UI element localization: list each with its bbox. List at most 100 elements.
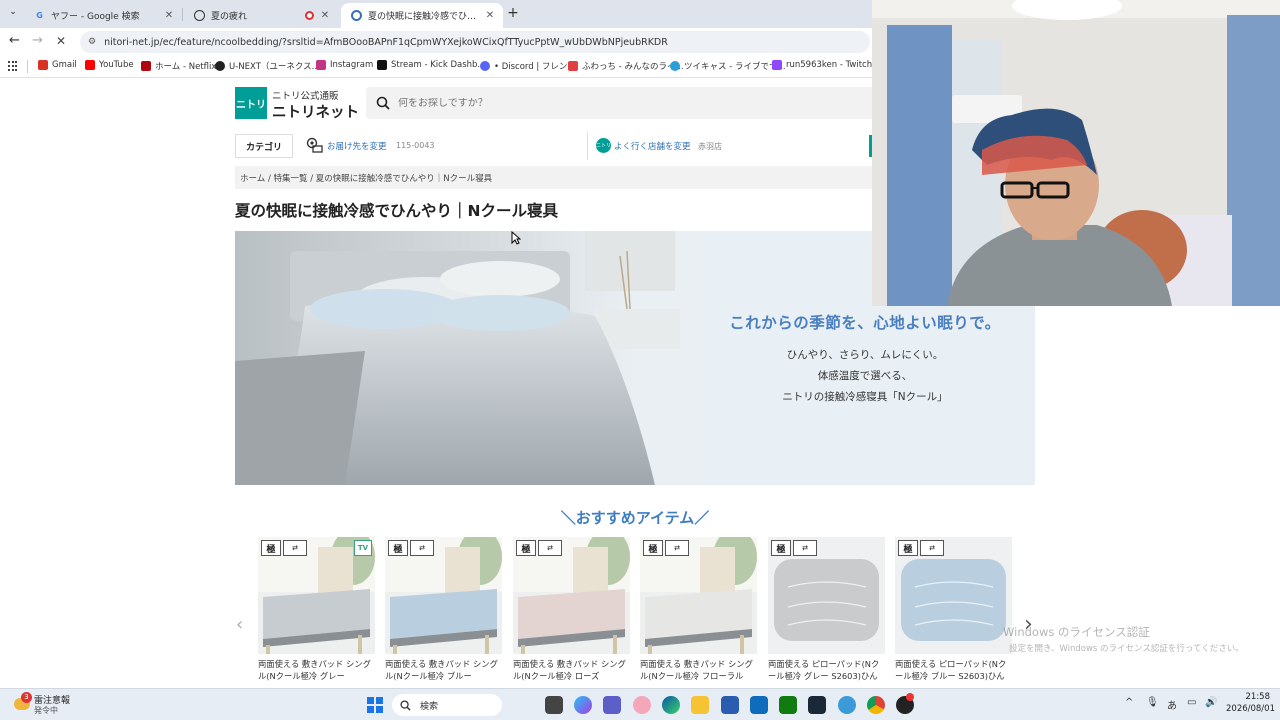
watermark-subtitle: 設定を開き、Windows のライセンス認証を行ってください。 bbox=[1009, 644, 1244, 654]
product-thumbnail[interactable]: 極 ⇄ bbox=[385, 537, 502, 654]
product-thumbnail[interactable]: 極 ⇄ bbox=[895, 537, 1012, 654]
tab-nitori-active[interactable]: 夏の快眠に接触冷感でひんやり｜N ✕ bbox=[341, 3, 503, 28]
mouse-cursor-icon bbox=[511, 231, 521, 245]
apps-grid-icon[interactable] bbox=[8, 61, 18, 71]
product-card[interactable]: 極⇄ 両面使える 敷きパッド シングル(Nクール極冷 ローズ S2603)... bbox=[513, 537, 630, 684]
instagram-icon bbox=[316, 60, 326, 70]
xbox-icon[interactable] bbox=[779, 696, 797, 714]
search-input[interactable] bbox=[398, 97, 798, 109]
product-name[interactable]: 両面使える 敷きパッド シングル(Nクール極冷 フローラル 260... bbox=[640, 658, 757, 684]
network-icon[interactable]: ▭ bbox=[1187, 697, 1196, 708]
breadcrumb[interactable]: ホーム / 特集一覧 / 夏の快眠に接触冷感でひんやり｜Nクール寝具 bbox=[235, 166, 872, 189]
taskbar-search[interactable]: 検索 bbox=[392, 694, 502, 716]
product-thumbnail[interactable]: 極 ⇄ bbox=[513, 537, 630, 654]
delivery-change-link[interactable]: お届け先を変更 bbox=[327, 140, 387, 152]
microphone-icon[interactable]: 🎙 bbox=[1146, 697, 1159, 708]
bookmark-instagram[interactable]: Instagram bbox=[316, 60, 373, 70]
nitori-icon bbox=[351, 10, 362, 21]
bookmark-discord[interactable]: • Discord | フレンド bbox=[480, 60, 576, 72]
back-arrow-icon[interactable]: ← bbox=[9, 33, 20, 48]
copilot-icon[interactable] bbox=[574, 696, 592, 714]
store-icon: ニトリ bbox=[596, 138, 611, 153]
bookmark-fuwacchi[interactable]: ふわっち - みんなのライ... bbox=[568, 60, 684, 72]
chevron-up-icon[interactable]: ^ bbox=[1125, 697, 1133, 708]
bookmark-unext[interactable]: U-NEXT（ユーネクス... bbox=[215, 60, 320, 72]
bookmark-youtube[interactable]: YouTube bbox=[85, 60, 134, 70]
windows-start-icon[interactable] bbox=[367, 697, 383, 713]
bookmark-kick[interactable]: Stream - Kick Dashb... bbox=[377, 60, 486, 70]
app-icon[interactable] bbox=[838, 696, 856, 714]
kyoku-badge: 極 bbox=[771, 540, 791, 556]
double-sided-badge-icon: ⇄ bbox=[665, 540, 689, 556]
windows-activation-watermark: Windows のライセンス認証 設定を開き、Windows のライセンス認証を… bbox=[1003, 624, 1244, 654]
product-card[interactable]: 極⇄ 両面使える ピローパッド(Nクール極冷 ブルー S2603)ひんや... bbox=[895, 537, 1012, 684]
product-name[interactable]: 両面使える 敷きパッド シングル(Nクール極冷 ブルー S2603)... bbox=[385, 658, 502, 684]
volume-icon[interactable]: 🔊 bbox=[1205, 697, 1217, 708]
logo-title[interactable]: ニトリネット bbox=[272, 101, 359, 122]
edge-icon[interactable] bbox=[662, 696, 680, 714]
app-icon[interactable] bbox=[633, 696, 651, 714]
kyoku-badge: 極 bbox=[898, 540, 918, 556]
product-card[interactable]: 極⇄ TV 両面使える 敷きパッド シングル(Nクール極冷 グレー S2603)..… bbox=[258, 537, 375, 684]
file-explorer-icon[interactable] bbox=[691, 696, 709, 714]
tab-summer-fatigue[interactable]: 夏の疲れ ✕ bbox=[184, 3, 338, 28]
kyoku-badge: 極 bbox=[516, 540, 536, 556]
store-app-icon[interactable] bbox=[721, 696, 739, 714]
search-icon[interactable] bbox=[376, 96, 390, 110]
chrome-icon[interactable] bbox=[867, 696, 885, 714]
recommended-title: ＼おすすめアイテム／ bbox=[560, 509, 710, 527]
search-bar[interactable] bbox=[366, 87, 872, 119]
close-tab-icon[interactable]: ✕ bbox=[318, 10, 332, 21]
product-name[interactable]: 両面使える ピローパッド(Nクール極冷 ブルー S2603)ひんや... bbox=[895, 658, 1012, 684]
tab-google-search[interactable]: G ヤフー - Google 検索 ✕ bbox=[24, 3, 182, 28]
hero-line: ニトリの接触冷感寝具「Nクール」 bbox=[782, 391, 948, 403]
tab-list-chevron-icon[interactable]: ⌄ bbox=[6, 7, 20, 21]
carousel-prev-icon[interactable]: ‹ bbox=[236, 614, 243, 635]
clock[interactable]: 21:58 2026/08/01 bbox=[1226, 692, 1275, 714]
discord-icon bbox=[480, 61, 490, 71]
teams-icon[interactable] bbox=[603, 696, 621, 714]
ime-indicator[interactable]: あ bbox=[1167, 697, 1177, 712]
webcam-overlay bbox=[872, 0, 1280, 306]
store-change-link[interactable]: よく行く店舗を変更 bbox=[614, 140, 691, 152]
site-info-icon[interactable]: ⚙ bbox=[88, 37, 96, 47]
logo-subtitle: ニトリ公式通販 bbox=[272, 91, 339, 102]
double-sided-badge-icon: ⇄ bbox=[920, 540, 944, 556]
subnav-divider bbox=[587, 132, 588, 160]
product-name[interactable]: 両面使える 敷きパッド シングル(Nクール極冷 グレー S2603)... bbox=[258, 658, 375, 684]
product-thumbnail[interactable]: 極 ⇄ bbox=[640, 537, 757, 654]
hero-copy: これからの季節を、心地よい眠りで。 ひんやり、さらり、ムレにくい。 体感温度で選… bbox=[700, 311, 1030, 404]
weather-widget[interactable]: 3 bbox=[12, 692, 32, 714]
bookmark-twitch[interactable]: run5963ken - Twitch bbox=[772, 60, 872, 70]
category-button[interactable]: カテゴリ bbox=[235, 134, 293, 158]
forward-arrow-icon[interactable]: → bbox=[32, 33, 43, 48]
product-name[interactable]: 両面使える ピローパッド(Nクール極冷 グレー S2603)ひんや... bbox=[768, 658, 885, 684]
double-sided-badge-icon: ⇄ bbox=[283, 540, 307, 556]
chatgpt-icon bbox=[194, 10, 205, 21]
webcam-feed bbox=[872, 0, 1280, 306]
close-tab-icon[interactable]: ✕ bbox=[162, 10, 176, 21]
page-title: 夏の快眠に接触冷感でひんやり｜Nクール寝具 bbox=[235, 202, 558, 220]
address-bar[interactable]: ⚙ nitori-net.jp/ec/feature/ncoolbedding/… bbox=[80, 31, 870, 53]
stop-loading-icon[interactable]: ✕ bbox=[56, 34, 66, 48]
product-card[interactable]: 極⇄ 両面使える ピローパッド(Nクール極冷 グレー S2603)ひんや... bbox=[768, 537, 885, 684]
postal-code: 115-0043 bbox=[396, 141, 435, 150]
product-card[interactable]: 極⇄ 両面使える 敷きパッド シングル(Nクール極冷 ブルー S2603)... bbox=[385, 537, 502, 684]
steam-icon[interactable] bbox=[808, 696, 826, 714]
nitori-logo-mark[interactable]: ニトリ bbox=[235, 87, 267, 119]
product-thumbnail[interactable]: 極 ⇄ bbox=[768, 537, 885, 654]
product-thumbnail[interactable]: 極 ⇄ TV bbox=[258, 537, 375, 654]
gmail-icon bbox=[38, 60, 48, 70]
product-card[interactable]: 極⇄ 両面使える 敷きパッド シングル(Nクール極冷 フローラル 260... bbox=[640, 537, 757, 684]
youtube-icon bbox=[85, 60, 95, 70]
product-name[interactable]: 両面使える 敷きパッド シングル(Nクール極冷 ローズ S2603)... bbox=[513, 658, 630, 684]
netflix-icon bbox=[141, 61, 151, 71]
outlook-icon[interactable] bbox=[750, 696, 768, 714]
task-view-icon[interactable] bbox=[545, 696, 563, 714]
kyoku-badge: 極 bbox=[388, 540, 408, 556]
new-tab-button[interactable]: + bbox=[505, 5, 521, 21]
bookmark-netflix[interactable]: ホーム - Netflix bbox=[141, 60, 216, 72]
bookmark-gmail[interactable]: Gmail bbox=[38, 60, 77, 70]
bookmark-twitcasting[interactable]: ツイキャス - ライブでつ... bbox=[670, 60, 786, 72]
close-tab-icon[interactable]: ✕ bbox=[483, 10, 497, 21]
